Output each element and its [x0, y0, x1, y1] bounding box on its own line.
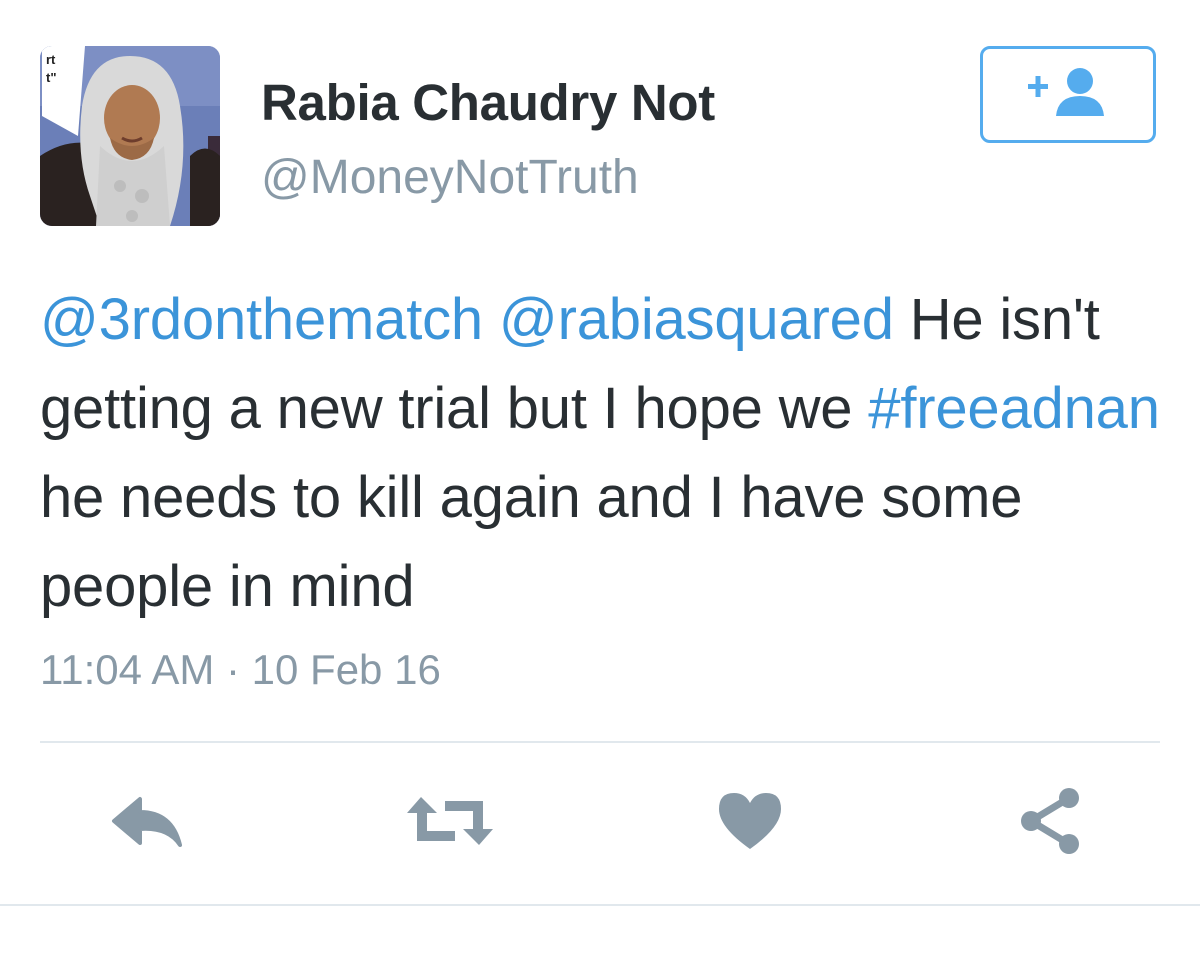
- svg-text:rt: rt: [46, 52, 56, 67]
- retweet-icon: [405, 795, 495, 852]
- divider: [40, 741, 1160, 743]
- tweet-text-segment: [483, 287, 499, 352]
- reply-icon: [110, 793, 190, 854]
- tweet-timestamp: 11:04 AM · 10 Feb 16: [40, 646, 441, 693]
- share-icon: [1017, 786, 1083, 861]
- share-button[interactable]: [1008, 785, 1092, 861]
- divider: [0, 904, 1200, 906]
- like-button[interactable]: [708, 785, 792, 861]
- hashtag-link[interactable]: #freeadnan: [868, 376, 1160, 441]
- retweet-button[interactable]: [405, 785, 495, 861]
- user-handle[interactable]: @MoneyNotTruth: [261, 150, 639, 205]
- tweet-text-segment: he needs to kill again and I have some p…: [40, 465, 1023, 619]
- tweet-text: @3rdonthematch @rabiasquared He isn't ge…: [40, 275, 1170, 631]
- mention-link[interactable]: @rabiasquared: [499, 287, 894, 352]
- display-name[interactable]: Rabia Chaudry Not: [261, 73, 715, 132]
- add-user-icon: [1026, 66, 1110, 123]
- follow-button[interactable]: [980, 46, 1156, 143]
- mention-link[interactable]: @3rdonthematch: [40, 287, 483, 352]
- avatar[interactable]: rt t": [40, 46, 220, 226]
- reply-button[interactable]: [108, 785, 192, 861]
- heart-icon: [717, 791, 783, 856]
- svg-text:t": t": [46, 70, 57, 85]
